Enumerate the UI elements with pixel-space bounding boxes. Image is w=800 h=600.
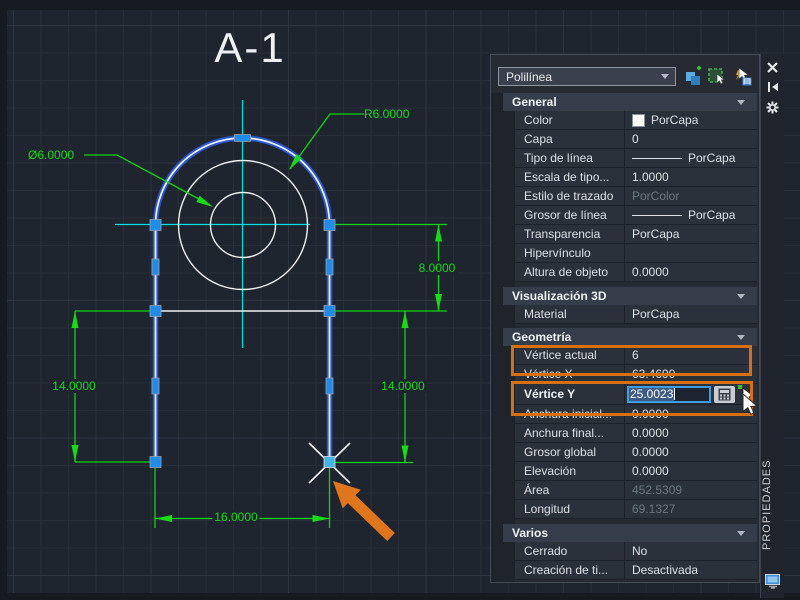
property-value[interactable]: No xyxy=(624,542,757,560)
color-swatch xyxy=(632,113,645,127)
row-estilo-trazado: Estilo de trazado PorColor xyxy=(515,187,757,206)
section-header-general[interactable]: General xyxy=(503,93,757,111)
row-grosor-linea: Grosor de línea PorCapa xyxy=(515,206,757,225)
dim-diameter-label: Ø6.0000 xyxy=(28,148,75,162)
property-label: Longitud xyxy=(524,502,571,516)
row-color: Color PorCapa xyxy=(515,111,757,130)
property-label: Transparencia xyxy=(524,227,601,241)
property-label: Escala de tipo... xyxy=(524,170,610,184)
property-label: Material xyxy=(524,307,567,321)
active-grip xyxy=(323,456,336,468)
row-tipo-linea: Tipo de línea PorCapa xyxy=(515,149,757,168)
display-icon[interactable] xyxy=(765,574,781,594)
property-value[interactable]: PorCapa xyxy=(624,206,757,224)
row-grosor-global: Grosor global 0.0000 xyxy=(515,443,757,462)
property-label: Grosor global xyxy=(524,445,597,459)
row-area: Área 452.5309 xyxy=(515,481,757,500)
property-value[interactable]: 0.0000 xyxy=(624,263,757,281)
property-value[interactable] xyxy=(624,244,757,262)
collapse-icon xyxy=(737,100,745,105)
row-escala-tipo: Escala de tipo... 1.0000 xyxy=(515,168,757,187)
property-label: Hipervínculo xyxy=(524,246,591,260)
collapse-icon xyxy=(737,531,745,536)
palette-title-strip: PROPIEDADES xyxy=(760,54,784,598)
property-label: Altura de objeto xyxy=(524,265,609,279)
chevron-down-icon xyxy=(661,74,669,79)
row-longitud: Longitud 69.1327 xyxy=(515,500,757,519)
property-value[interactable]: PorCapa xyxy=(624,305,757,323)
collapse-icon xyxy=(737,294,745,299)
row-hipervinculo: Hipervínculo xyxy=(515,244,757,263)
annotation-arrow xyxy=(333,481,395,541)
toggle-pickadd-button[interactable] xyxy=(684,66,704,86)
row-creacion: Creación de ti... Desactivada xyxy=(515,561,757,580)
property-value[interactable]: 0.0000 xyxy=(624,443,757,461)
properties-palette: Polilínea General Color PorCapa Capa 0 T… xyxy=(490,54,760,583)
property-value[interactable]: 0 xyxy=(624,130,757,148)
select-objects-button[interactable] xyxy=(707,66,727,86)
property-label: Grosor de línea xyxy=(524,208,607,222)
row-elevacion: Elevación 0.0000 xyxy=(515,462,757,481)
dim-8-label: 8.0000 xyxy=(416,261,458,275)
dim-16-label: 16.0000 xyxy=(212,510,260,524)
section-header-geometria[interactable]: Geometría xyxy=(503,328,757,346)
property-label: Capa xyxy=(524,132,553,146)
row-altura-objeto: Altura de objeto 0.0000 xyxy=(515,263,757,282)
property-value[interactable]: PorCapa xyxy=(624,149,757,167)
dim-radius-label: R6.0000 xyxy=(364,107,410,121)
palette-titlebar: Polilínea xyxy=(491,55,759,93)
property-label: Tipo de línea xyxy=(524,151,593,165)
object-type-dropdown[interactable]: Polilínea xyxy=(498,67,676,86)
highlight-vertice-y xyxy=(511,381,753,416)
linetype-sample xyxy=(632,157,682,159)
section-header-varios[interactable]: Varios xyxy=(503,524,757,542)
property-label: Área xyxy=(524,483,550,497)
property-label: Creación de ti... xyxy=(524,563,609,577)
settings-gear-icon[interactable] xyxy=(766,100,780,114)
section-header-visualizacion-3d[interactable]: Visualización 3D xyxy=(503,287,757,305)
row-transparencia: Transparencia PorCapa xyxy=(515,225,757,244)
property-value[interactable]: PorCapa xyxy=(624,111,757,129)
property-label: Estilo de trazado xyxy=(524,189,614,203)
close-icon[interactable] xyxy=(766,60,780,74)
property-label: Color xyxy=(524,113,553,127)
collapse-icon xyxy=(737,335,745,340)
mouse-cursor xyxy=(742,392,760,421)
property-value: 69.1327 xyxy=(624,500,757,518)
property-value: PorColor xyxy=(624,187,757,205)
highlight-vertice-actual xyxy=(511,345,752,376)
property-value[interactable]: 0.0000 xyxy=(624,462,757,480)
row-capa: Capa 0 xyxy=(515,130,757,149)
property-value[interactable]: Desactivada xyxy=(624,561,757,579)
dim-left-14-label: 14.0000 xyxy=(50,379,98,393)
property-label: Anchura final... xyxy=(524,426,605,440)
property-value[interactable]: 0.0000 xyxy=(624,424,757,442)
auto-hide-pin-icon[interactable] xyxy=(766,80,780,94)
row-material: Material PorCapa xyxy=(515,305,757,324)
property-value: 452.5309 xyxy=(624,481,757,499)
dimensions xyxy=(71,113,447,528)
property-value[interactable]: PorCapa xyxy=(624,225,757,243)
quick-select-button[interactable] xyxy=(731,66,752,86)
property-label: Elevación xyxy=(524,464,577,478)
property-value[interactable]: 1.0000 xyxy=(624,168,757,186)
row-cerrado: Cerrado No xyxy=(515,542,757,561)
object-type-value: Polilínea xyxy=(506,69,553,84)
palette-title-vertical[interactable]: PROPIEDADES xyxy=(761,450,785,560)
lineweight-sample xyxy=(632,214,682,216)
dim-right-14-label: 14.0000 xyxy=(379,379,427,393)
row-anchura-final: Anchura final... 0.0000 xyxy=(515,424,757,443)
property-label: Cerrado xyxy=(524,544,568,558)
